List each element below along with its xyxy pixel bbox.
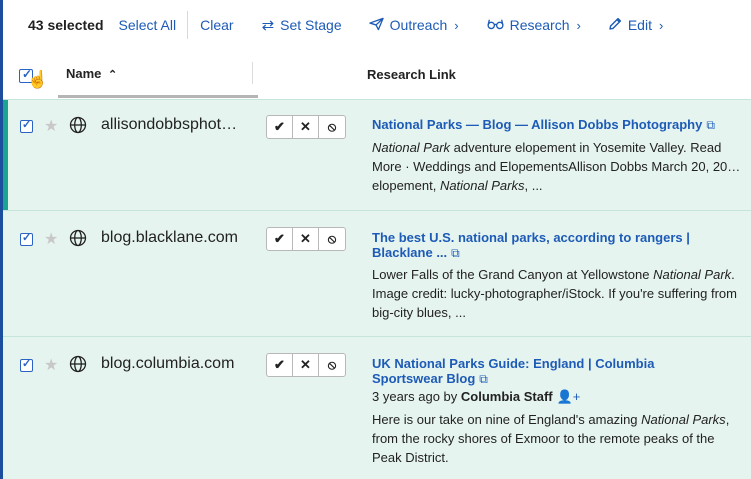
research-snippet: National Park adventure elopement in Yos…	[372, 138, 742, 195]
snippet-line: Peak District.	[372, 450, 449, 465]
row-domain[interactable]: allisondobbsphot…	[101, 116, 244, 134]
star-icon[interactable]: ★	[44, 355, 58, 375]
edit-menu-button[interactable]: Edit ›	[608, 17, 663, 34]
edit-label: Edit	[627, 17, 652, 33]
block-icon[interactable]: ⦸	[319, 228, 345, 250]
snippet-line: big-city blues, ...	[372, 305, 466, 320]
snippet-line: National Park adventure elopement in Yos…	[372, 140, 722, 155]
snippet-line: from the rocky shores of Exmoor to the r…	[372, 431, 715, 446]
table-row[interactable]: ✓ ★ blog.blacklane.com ✔ ✕ ⦸ The best U.…	[3, 210, 751, 337]
chevron-right-icon: ›	[576, 17, 581, 33]
research-link-title[interactable]: UK National Parks Guide: England | Colum…	[372, 356, 747, 387]
globe-icon	[69, 116, 87, 134]
table-header: ✓ ☝ Name ⌃ Research Link	[3, 50, 751, 100]
row-domain[interactable]: blog.columbia.com	[101, 355, 244, 373]
outreach-menu-button[interactable]: Outreach ›	[368, 17, 459, 34]
research-label: Research	[509, 17, 570, 33]
post-meta: 3 years ago by Columbia Staff 👤+	[372, 389, 580, 405]
row-action-group: ✔ ✕ ⦸	[266, 353, 346, 377]
research-link-text[interactable]: National Parks — Blog — Allison Dobbs Ph…	[372, 117, 702, 132]
chevron-right-icon: ›	[454, 17, 459, 33]
set-stage-label: Set Stage	[280, 17, 342, 33]
table-row[interactable]: ✓ ★ allisondobbsphot… ✔ ✕ ⦸ National Par…	[3, 99, 751, 211]
chevron-right-icon: ›	[658, 17, 664, 33]
name-column-header[interactable]: Name ⌃	[66, 66, 117, 81]
pencil-icon	[608, 17, 622, 34]
snippet-line: Image credit: lucky-photographer/iStock.…	[372, 286, 737, 301]
research-link-column-header: Research Link	[367, 67, 456, 82]
research-menu-button[interactable]: Research ›	[487, 17, 581, 33]
block-icon[interactable]: ⦸	[319, 116, 345, 138]
reject-x-icon[interactable]: ✕	[293, 116, 319, 138]
research-snippet: Lower Falls of the Grand Canyon at Yello…	[372, 265, 742, 322]
add-user-icon[interactable]: 👤+	[557, 389, 581, 404]
globe-icon	[69, 229, 87, 247]
sort-ascending-icon: ⌃	[108, 69, 118, 81]
set-stage-button[interactable]: ⇄ Set Stage	[262, 17, 342, 33]
outreach-label: Outreach	[389, 17, 448, 33]
glasses-icon	[487, 18, 504, 33]
research-link-text[interactable]: Sportswear Blog	[372, 371, 475, 386]
toolbar-divider	[187, 11, 189, 39]
name-header-label: Name	[66, 66, 102, 81]
star-icon[interactable]: ★	[44, 116, 58, 136]
approve-check-icon[interactable]: ✔	[267, 228, 293, 250]
checkmark-icon: ✓	[22, 232, 32, 244]
select-all-link[interactable]: Select All	[119, 17, 177, 33]
checkmark-icon: ✓	[22, 119, 32, 131]
snippet-line: elopement, National Parks, ...	[372, 178, 543, 193]
name-column-sort-indicator	[58, 95, 258, 98]
approve-check-icon[interactable]: ✔	[267, 354, 293, 376]
research-link-title[interactable]: The best U.S. national parks, according …	[372, 230, 747, 261]
block-icon[interactable]: ⦸	[319, 354, 345, 376]
research-link-text[interactable]: UK National Parks Guide: England | Colum…	[372, 356, 747, 371]
research-link-title[interactable]: National Parks — Blog — Allison Dobbs Ph…	[372, 117, 747, 133]
research-link-text[interactable]: The best U.S. national parks, according …	[372, 230, 747, 245]
globe-icon	[69, 355, 87, 373]
research-link-text[interactable]: Blacklane ...	[372, 245, 447, 260]
snippet-line: Here is our take on nine of England's am…	[372, 412, 730, 427]
reject-x-icon[interactable]: ✕	[293, 354, 319, 376]
star-icon[interactable]: ★	[44, 229, 58, 249]
external-link-icon: ⧉	[479, 372, 488, 386]
checkmark-icon: ✓	[22, 358, 32, 370]
table-row[interactable]: ✓ ★ blog.columbia.com ✔ ✕ ⦸ UK National …	[3, 336, 751, 479]
post-age: 3 years ago by	[372, 389, 461, 404]
bulk-action-toolbar: 43 selected Select All Clear ⇄ Set Stage…	[3, 0, 751, 50]
external-link-icon: ⧉	[451, 246, 460, 260]
snippet-line: Lower Falls of the Grand Canyon at Yello…	[372, 267, 735, 282]
reject-x-icon[interactable]: ✕	[293, 228, 319, 250]
research-snippet: Here is our take on nine of England's am…	[372, 410, 742, 467]
approve-check-icon[interactable]: ✔	[267, 116, 293, 138]
pointer-cursor-icon: ☝	[27, 70, 49, 89]
row-checkbox[interactable]: ✓	[20, 358, 33, 372]
clear-link[interactable]: Clear	[200, 17, 233, 33]
row-action-group: ✔ ✕ ⦸	[266, 115, 346, 139]
post-author: Columbia Staff	[460, 389, 553, 404]
row-domain[interactable]: blog.blacklane.com	[101, 229, 244, 247]
snippet-line: More · Weddings and ElopementsAllison Do…	[372, 159, 741, 174]
external-link-icon: ⧉	[706, 118, 715, 132]
row-checkbox[interactable]: ✓	[20, 232, 33, 246]
selected-count: 43 selected	[28, 17, 104, 33]
paper-plane-icon	[368, 17, 384, 34]
row-checkbox[interactable]: ✓	[20, 119, 33, 133]
column-divider	[252, 62, 253, 84]
row-action-group: ✔ ✕ ⦸	[266, 227, 346, 251]
swap-arrows-icon: ⇄	[261, 16, 275, 34]
